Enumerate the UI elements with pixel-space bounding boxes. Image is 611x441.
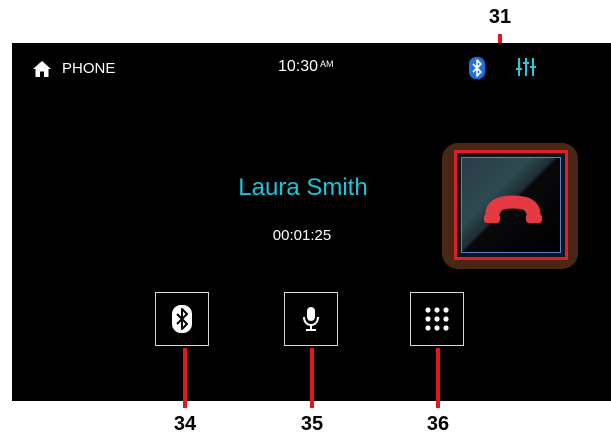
keypad-button[interactable] <box>410 292 464 346</box>
callout-line-35 <box>310 348 314 408</box>
callout-line-34 <box>183 348 187 408</box>
hang-up-button-face <box>461 157 561 253</box>
callout-line-36 <box>436 348 440 408</box>
bluetooth-icon <box>172 305 192 333</box>
bluetooth-status-icon <box>469 57 485 79</box>
clock-ampm: AM <box>320 59 334 69</box>
callout-label-35: 35 <box>300 413 324 435</box>
caller-name: Laura Smith <box>238 174 368 201</box>
callout-label-34: 34 <box>173 413 197 435</box>
clock: 10:30 AM <box>278 58 334 76</box>
clock-time: 10:30 <box>278 58 319 75</box>
equalizer-icon[interactable] <box>515 57 537 77</box>
keypad-icon <box>425 307 449 331</box>
hang-up-phone-icon <box>484 195 542 223</box>
hang-up-button[interactable] <box>454 150 568 260</box>
home-icon[interactable] <box>32 60 52 78</box>
callout-label-36: 36 <box>426 413 450 435</box>
callout-label-31: 31 <box>488 6 512 28</box>
bluetooth-button[interactable] <box>155 292 209 346</box>
status-bar: PHONE 10:30 AM <box>12 43 611 89</box>
call-duration: 00:01:25 <box>272 227 332 244</box>
microphone-icon <box>303 307 319 331</box>
microphone-button[interactable] <box>284 292 338 346</box>
section-title: PHONE <box>62 60 116 77</box>
